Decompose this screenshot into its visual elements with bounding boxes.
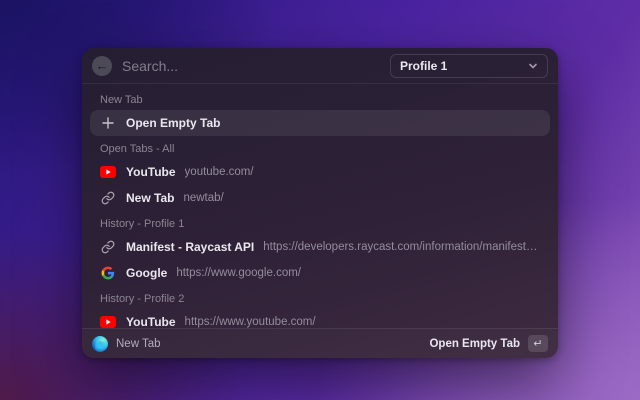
row-subtitle: newtab/ <box>183 192 224 204</box>
list-item[interactable]: Manifest - Raycast API https://developer… <box>90 234 550 260</box>
list-item[interactable]: New Tab newtab/ <box>90 185 550 211</box>
search-header: ← Profile 1 <box>82 48 558 84</box>
row-title: New Tab <box>126 191 175 205</box>
result-section: Open Tabs - All YouTube youtube.com/ New… <box>90 136 550 211</box>
list-item[interactable]: YouTube youtube.com/ <box>90 159 550 185</box>
list-item[interactable]: Open Empty Tab <box>90 110 550 136</box>
section-items: Open Empty Tab <box>90 110 550 136</box>
section-items: Manifest - Raycast API https://developer… <box>90 234 550 286</box>
result-section: History - Profile 1 Manifest - Raycast A… <box>90 211 550 286</box>
row-title: Manifest - Raycast API <box>126 240 255 254</box>
back-button[interactable]: ← <box>92 55 112 76</box>
profile-dropdown[interactable]: Profile 1 <box>390 53 548 78</box>
raycast-command-palette: ← Profile 1 New Tab Open Empty Tab Open … <box>82 48 558 358</box>
link-icon <box>100 239 116 255</box>
row-subtitle: https://www.google.com/ <box>176 267 301 279</box>
section-title: Open Tabs - All <box>100 143 175 155</box>
section-title: History - Profile 1 <box>100 218 185 230</box>
search-input[interactable] <box>122 57 380 74</box>
row-subtitle: https://developers.raycast.com/informati… <box>263 241 540 253</box>
footer-app-name: New Tab <box>116 337 161 350</box>
list-item[interactable]: Google https://www.google.com/ <box>90 260 550 286</box>
list-item[interactable]: YouTube https://www.youtube.com/ <box>90 309 550 328</box>
row-title: Google <box>126 266 168 280</box>
section-title: History - Profile 2 <box>100 293 185 305</box>
plus-icon <box>100 115 116 131</box>
primary-action-label: Open Empty Tab <box>429 337 520 350</box>
enter-key-icon: ↵ <box>528 335 548 352</box>
google-icon <box>100 265 116 281</box>
primary-action[interactable]: Open Empty Tab ↵ <box>429 335 548 352</box>
row-subtitle: youtube.com/ <box>184 166 254 178</box>
youtube-icon <box>100 314 116 328</box>
chevron-down-icon <box>528 61 538 71</box>
arrow-left-icon: ← <box>95 58 109 73</box>
row-subtitle: https://www.youtube.com/ <box>184 316 316 328</box>
row-title: YouTube <box>126 165 176 179</box>
edge-icon <box>92 335 108 352</box>
section-items: YouTube youtube.com/ New Tab newtab/ <box>90 159 550 211</box>
profile-dropdown-value: Profile 1 <box>400 58 448 73</box>
link-icon <box>100 190 116 206</box>
footer-bar: New Tab Open Empty Tab ↵ <box>82 328 558 358</box>
section-title: New Tab <box>100 94 143 106</box>
results-list: New Tab Open Empty Tab Open Tabs - All Y… <box>82 84 558 328</box>
result-section: History - Profile 2 YouTube https://www.… <box>90 286 550 328</box>
result-section: New Tab Open Empty Tab <box>90 87 550 136</box>
row-title: YouTube <box>126 315 176 328</box>
footer-app: New Tab <box>92 335 161 352</box>
desktop-background: ← Profile 1 New Tab Open Empty Tab Open … <box>0 0 640 400</box>
youtube-icon <box>100 164 116 180</box>
section-items: YouTube https://www.youtube.com/ <box>90 309 550 328</box>
row-title: Open Empty Tab <box>126 116 221 130</box>
